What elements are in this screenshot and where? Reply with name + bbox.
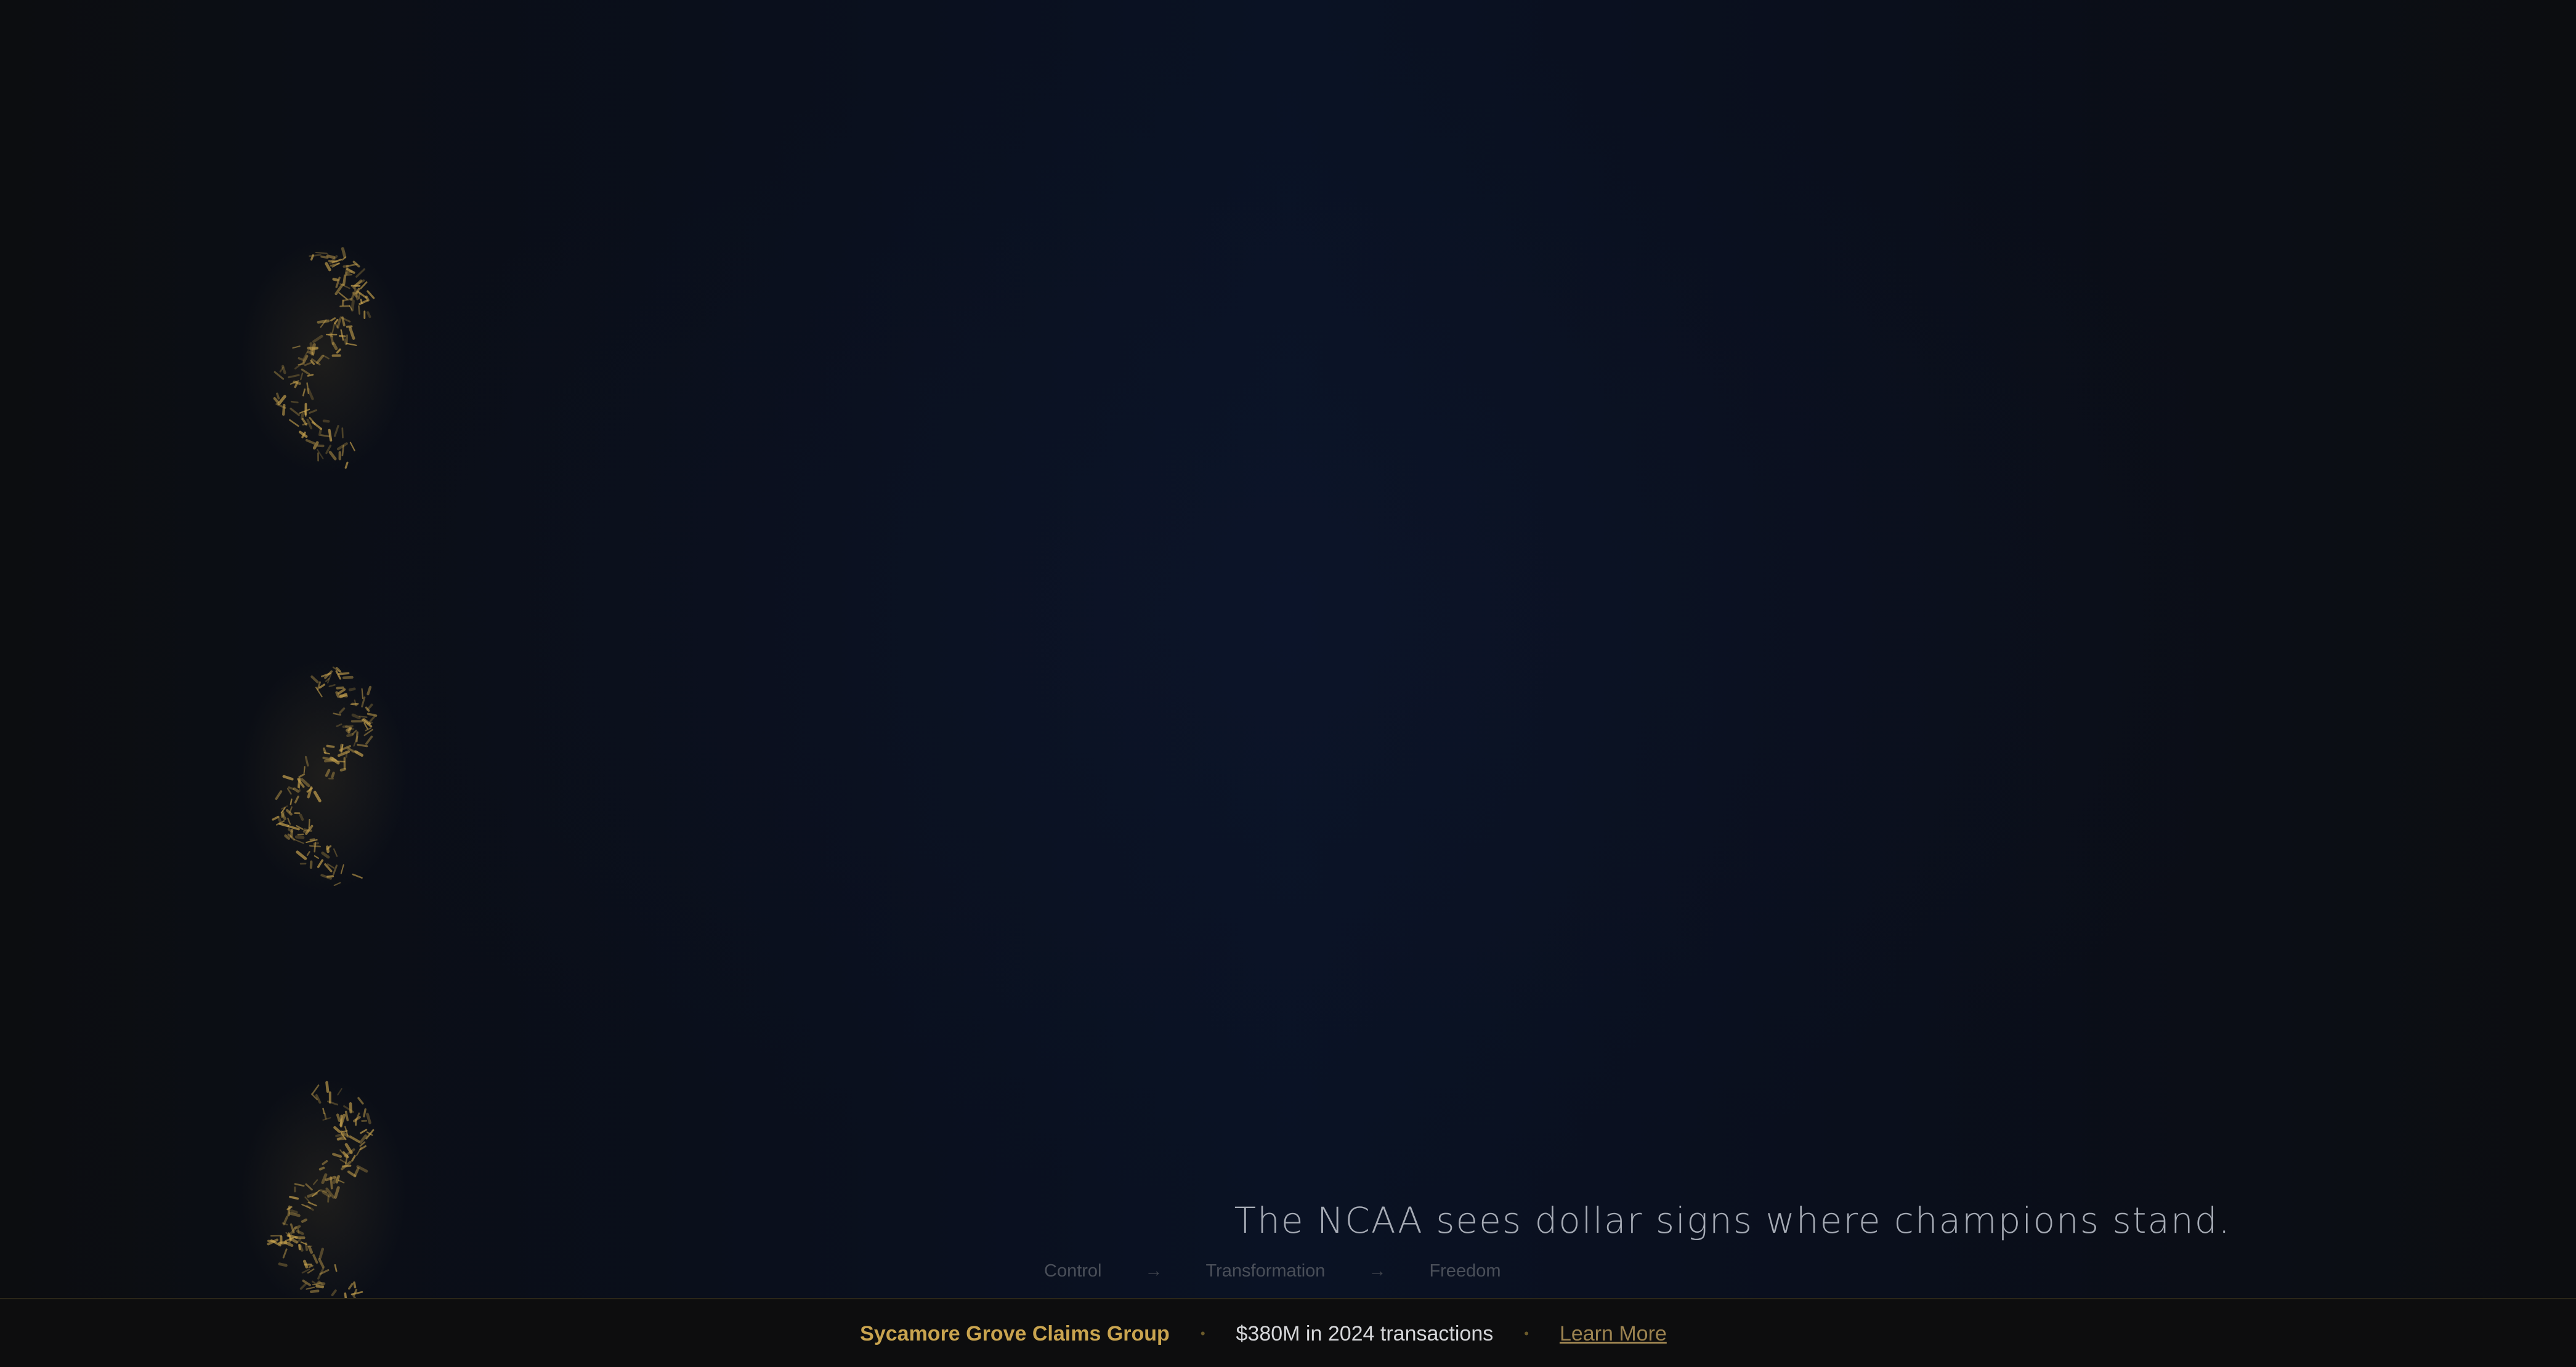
- footer-content: Sycamore Grove Claims Group • $380M in 2…: [860, 1322, 1667, 1346]
- progression-steps: Control → Transformation → Freedom: [1044, 1261, 1501, 1281]
- step-freedom: Freedom: [1429, 1261, 1501, 1281]
- step-transformation: Transformation: [1205, 1261, 1326, 1281]
- arrow-right-icon: →: [1144, 1261, 1163, 1281]
- footer-bar: Sycamore Grove Claims Group • $380M in 2…: [0, 1298, 2576, 1367]
- arrow-right-icon: →: [1368, 1261, 1387, 1281]
- hero-tagline: The NCAA sees dollar signs where champio…: [1234, 1200, 2231, 1241]
- separator-dot-icon: •: [1200, 1326, 1205, 1341]
- gold-dollar-swirl-icon: [234, 653, 413, 899]
- gold-dollar-swirl-icon: [234, 234, 413, 480]
- learn-more-link[interactable]: Learn More: [1560, 1322, 1667, 1346]
- transactions-stat: $380M in 2024 transactions: [1236, 1321, 1494, 1345]
- brand-name: Sycamore Grove Claims Group: [860, 1321, 1170, 1345]
- step-control: Control: [1044, 1261, 1102, 1281]
- gold-dollar-swirl-icon: [234, 1071, 413, 1318]
- separator-dot-icon: •: [1524, 1326, 1529, 1341]
- hero-stage: The NCAA sees dollar signs where champio…: [0, 0, 2576, 1367]
